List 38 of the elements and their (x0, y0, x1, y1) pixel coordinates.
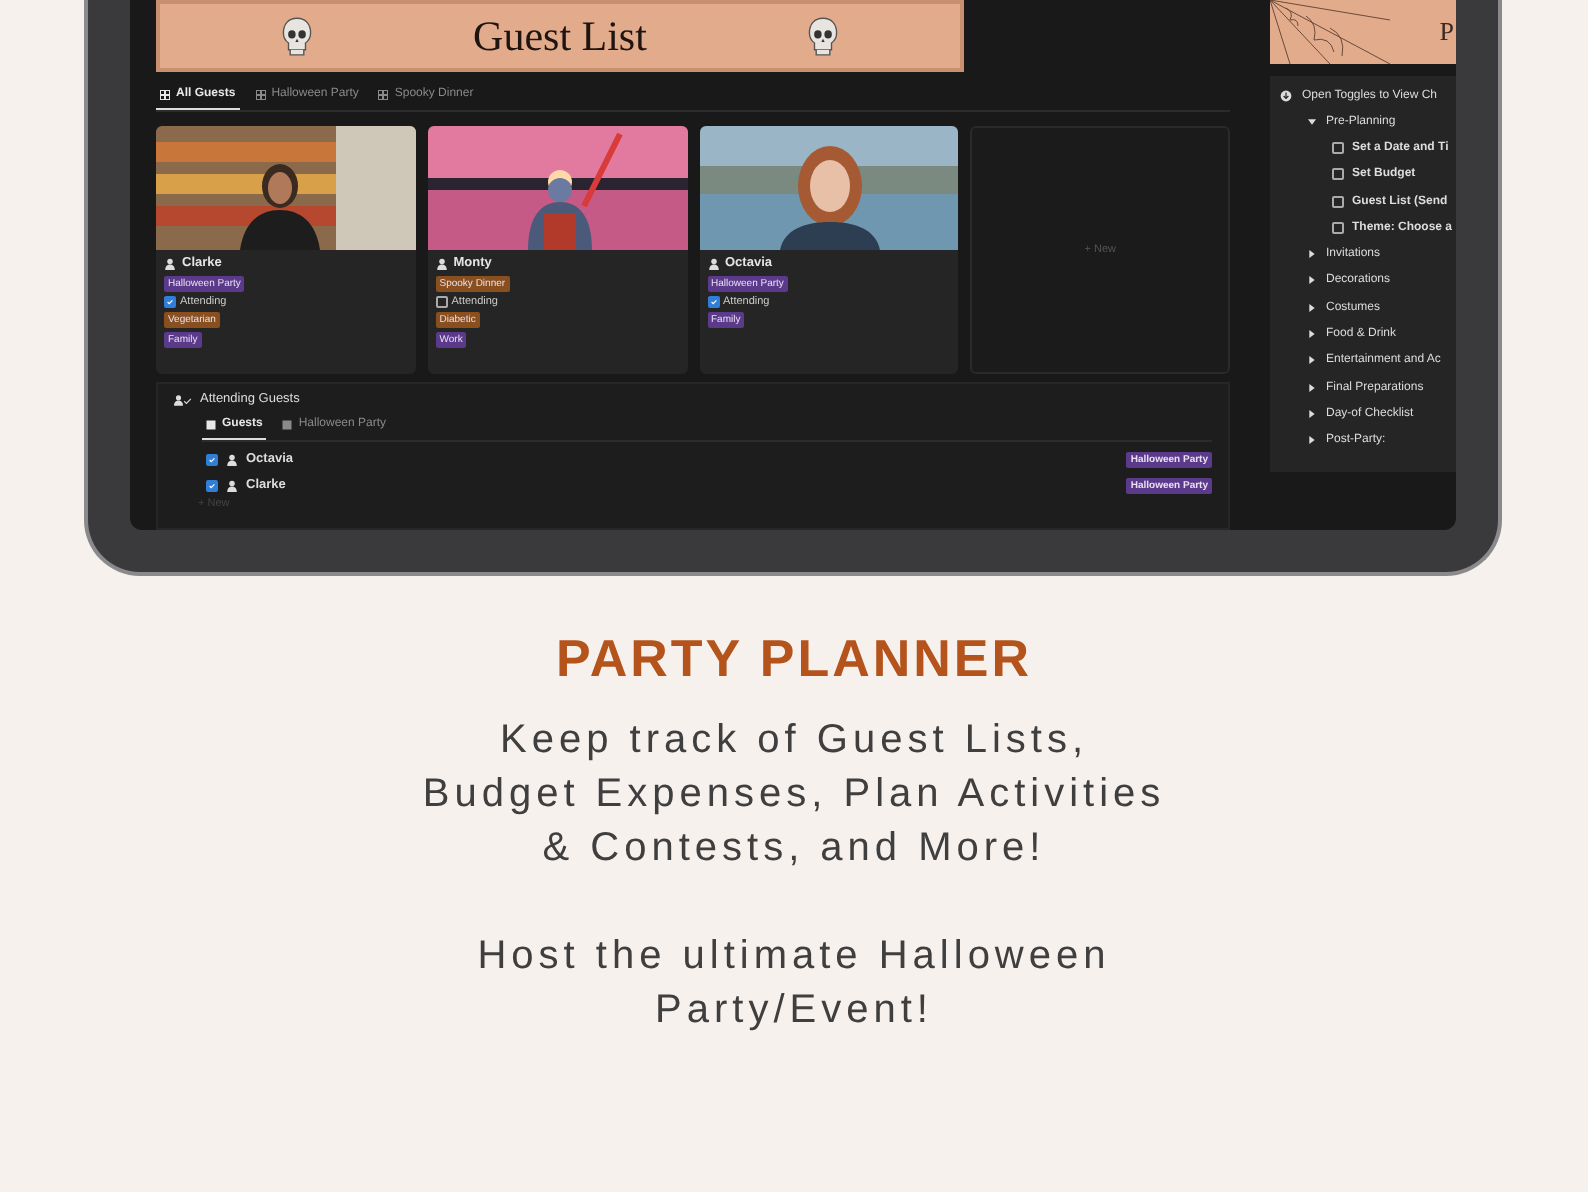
caret-right-icon (1308, 330, 1316, 339)
promo-text: Host the ultimate Halloween Party/Event! (475, 932, 1113, 1036)
gallery-icon (255, 89, 266, 99)
caret-right-icon (1308, 356, 1316, 365)
checkbox[interactable] (1332, 221, 1344, 234)
person-check-icon (174, 393, 192, 405)
arrow-circle-icon (1280, 90, 1292, 102)
promo-text: Keep track of Guest Lists, Budget Expenses, Plan Activities & Contests, and More! (420, 716, 1168, 874)
checkbox[interactable] (1332, 168, 1344, 181)
checkbox[interactable] (1332, 195, 1344, 208)
gallery-icon (378, 89, 389, 99)
checkbox[interactable] (435, 296, 448, 308)
table-icon (206, 419, 216, 429)
checkbox[interactable] (707, 296, 719, 308)
spiderweb-drawing (1270, 0, 1390, 64)
side-banner-title: P (1439, 16, 1454, 48)
person-icon (226, 479, 238, 491)
person-icon (707, 257, 719, 269)
caret-down-icon (1308, 117, 1316, 126)
banner-title: Guest List (473, 11, 647, 61)
person-icon (435, 257, 448, 269)
checkbox[interactable] (164, 296, 176, 308)
caret-right-icon (1308, 303, 1316, 312)
gallery-icon (160, 89, 170, 99)
person-icon (226, 453, 238, 465)
caret-right-icon (1308, 250, 1316, 259)
checkbox[interactable] (206, 453, 218, 465)
caret-right-icon (1308, 436, 1316, 445)
person-icon (164, 257, 176, 269)
caret-right-icon (1308, 383, 1316, 392)
table-icon (282, 419, 293, 429)
checkbox[interactable] (1332, 141, 1344, 154)
promo-title: PARTY PLANNER (553, 628, 1035, 690)
skull-icon (280, 15, 314, 57)
skull-icon (805, 15, 840, 57)
caret-right-icon (1308, 276, 1316, 285)
caret-right-icon (1308, 409, 1316, 418)
checkbox[interactable] (206, 479, 218, 491)
